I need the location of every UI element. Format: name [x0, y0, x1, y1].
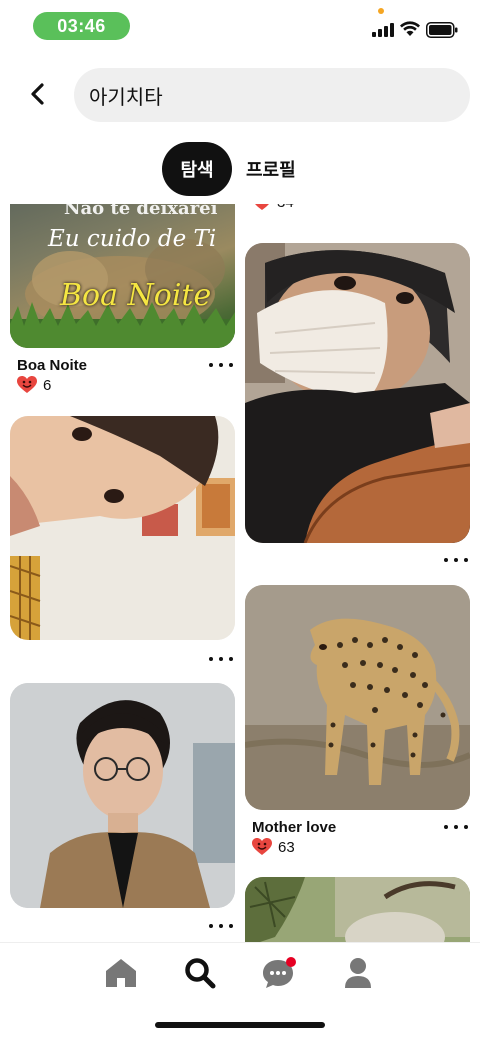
chevron-left-icon [31, 83, 44, 105]
overlay-text-2: Eu cuido de Ti [48, 226, 217, 252]
reaction-summary: 63 [252, 838, 295, 856]
partial-reaction: 34 [253, 204, 294, 211]
privacy-indicator-dot [378, 8, 384, 14]
portrait-image [10, 683, 235, 908]
pin-feed[interactable]: 34 Não te deixarei Eu cuido de Ti Boa No… [0, 204, 480, 942]
more-options-icon[interactable] [209, 921, 233, 931]
pin-masked-guitar[interactable] [245, 243, 470, 543]
search-input[interactable]: 아기치타 [74, 68, 470, 122]
overlay-text-1: Não te deixarei [64, 204, 218, 219]
nature-image [245, 877, 470, 942]
more-options-icon[interactable] [444, 822, 468, 832]
nav-profile[interactable] [338, 953, 378, 993]
more-options-icon[interactable] [209, 360, 233, 370]
messages-icon [263, 957, 296, 988]
heart-face-icon [252, 838, 272, 855]
nav-home[interactable] [101, 953, 141, 993]
home-indicator [155, 1022, 325, 1028]
pin-portrait-closeup[interactable] [10, 416, 235, 640]
portrait-image [10, 416, 235, 640]
heart-face-icon [255, 204, 269, 210]
pin-mother-love[interactable] [245, 585, 470, 810]
search-query: 아기치타 [89, 86, 163, 109]
leopard-image [245, 585, 470, 810]
notification-badge [286, 957, 296, 967]
pin-portrait-glasses[interactable] [10, 683, 235, 908]
pin-boa-noite[interactable]: Não te deixarei Eu cuido de Ti Boa Noite [10, 204, 235, 348]
overlay-text-3: Boa Noite [60, 278, 212, 313]
battery-icon [426, 22, 458, 38]
status-bar: 03:46 [0, 0, 480, 52]
pin-title[interactable]: Mother love [252, 819, 336, 836]
reaction-count: 63 [278, 838, 295, 856]
cellular-signal-icon [372, 23, 394, 37]
nav-search[interactable] [180, 953, 220, 993]
tab-explore[interactable]: 탐색 [162, 142, 232, 196]
wifi-icon [400, 21, 420, 36]
partial-reaction-count: 34 [277, 204, 294, 211]
heart-face-icon [17, 376, 37, 393]
nav-messages[interactable] [259, 953, 299, 993]
selfie-image [245, 243, 470, 543]
back-button[interactable] [22, 78, 54, 110]
tab-profile[interactable]: 프로필 [246, 142, 296, 196]
reaction-count: 6 [43, 376, 52, 394]
more-options-icon[interactable] [209, 654, 233, 664]
profile-icon [345, 958, 371, 988]
pin-nature-partial[interactable] [245, 877, 470, 942]
status-time: 03:46 [33, 12, 130, 40]
more-options-icon[interactable] [444, 555, 468, 565]
reaction-summary: 6 [17, 376, 51, 394]
pin-title[interactable]: Boa Noite [17, 357, 87, 374]
home-icon [106, 959, 136, 987]
search-icon [185, 958, 216, 989]
result-tabs: 탐색 프로필 [0, 140, 480, 196]
